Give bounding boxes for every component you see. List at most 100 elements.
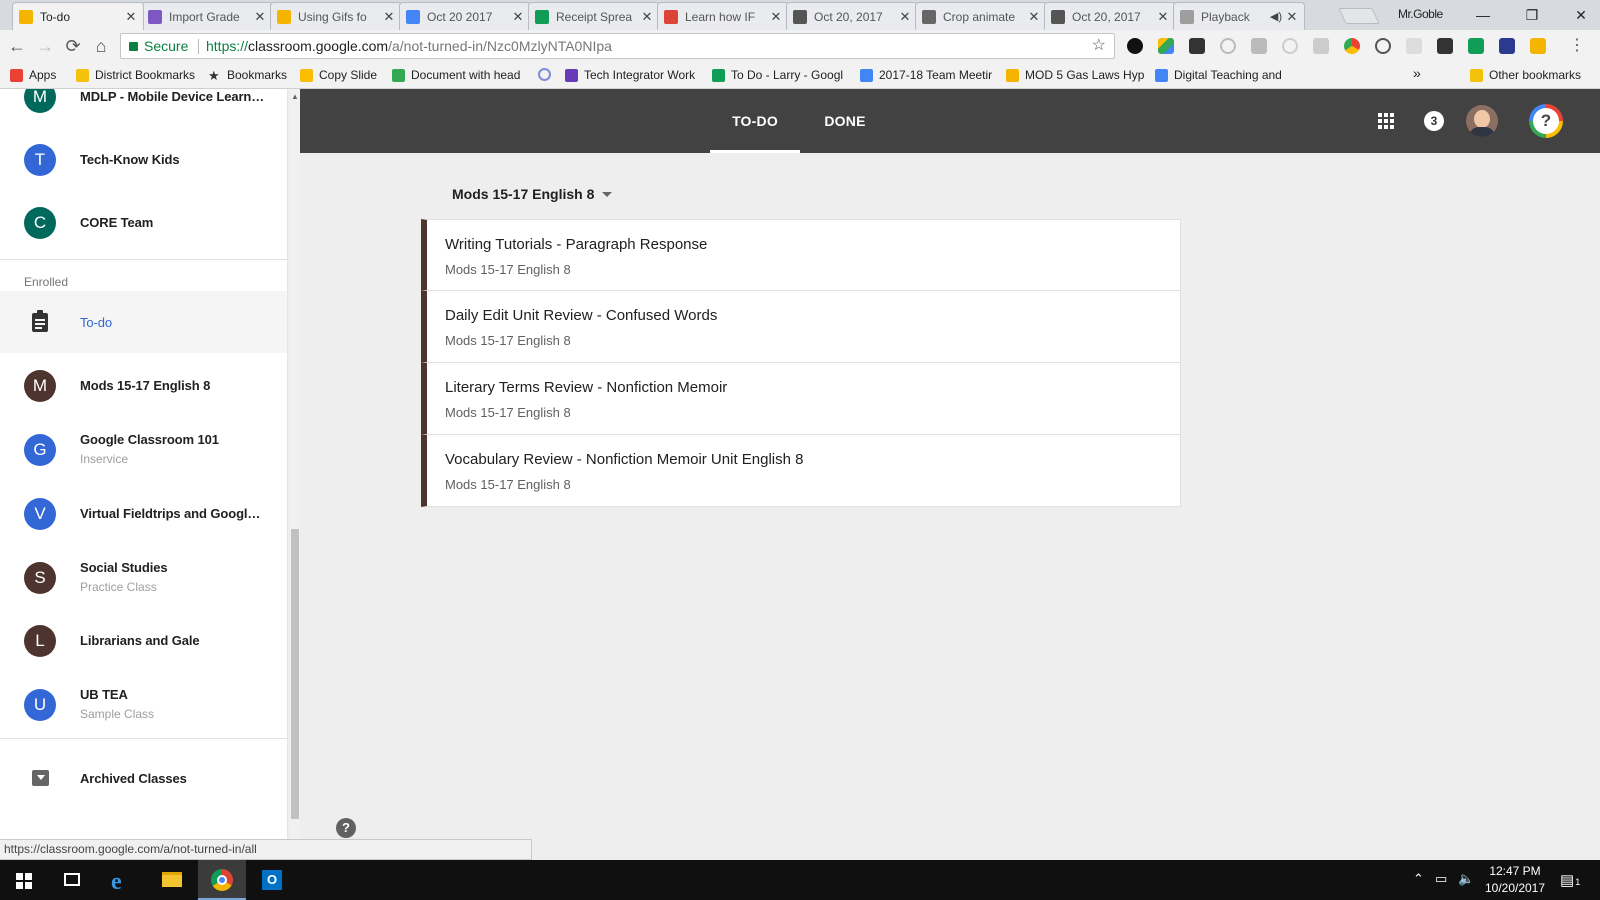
extension-icon[interactable] [1313,38,1329,54]
browser-tab[interactable]: Oct 20, 2017 ✕ [786,2,918,30]
secure-indicator[interactable]: Secure [129,34,188,58]
close-tab-icon[interactable]: ✕ [1157,9,1169,25]
bookmark-item[interactable]: Apps [10,68,56,82]
class-filter-dropdown[interactable]: Mods 15-17 English 8 [452,186,613,202]
help-button[interactable]: ? [336,818,356,838]
url-text[interactable]: https://classroom.google.com/a/not-turne… [206,34,612,58]
notifications-badge[interactable]: 3 [1424,111,1444,131]
user-avatar[interactable] [1466,105,1498,137]
tab-done[interactable]: DONE [805,89,885,153]
sidebar-item-archived-classes[interactable]: Archived Classes [0,747,287,809]
extension-icon[interactable] [1375,38,1391,54]
bookmark-item[interactable]: Document with head [392,68,520,82]
bookmark-star-icon[interactable]: ☆ [1092,34,1106,58]
todo-item-card[interactable]: Literary Terms Review - Nonfiction Memoi… [421,363,1181,435]
new-tab-button[interactable] [1338,8,1380,24]
system-clock[interactable]: 12:47 PM 10/20/2017 [1480,863,1550,897]
sidebar-item-tech-know-kids[interactable]: T Tech-Know Kids [0,129,287,191]
other-bookmarks-folder[interactable]: Other bookmarks [1470,68,1581,82]
browser-tab[interactable]: Oct 20 2017 ✕ [399,2,531,30]
todo-item-card[interactable]: Vocabulary Review - Nonfiction Memoir Un… [421,435,1181,507]
scrollbar-thumb[interactable] [291,529,299,819]
close-tab-icon[interactable]: ✕ [1286,9,1298,25]
sidebar-item-google-classroom-101[interactable]: G Google Classroom 101 Inservice [0,419,287,481]
browser-tab[interactable]: Oct 20, 2017 ✕ [1044,2,1176,30]
extension-icon[interactable] [1282,38,1298,54]
show-hidden-icons-icon[interactable]: ⌃ [1413,871,1424,887]
sidebar-item-ub-tea[interactable]: U UB TEA Sample Class [0,674,287,736]
close-window-button[interactable]: ✕ [1566,4,1596,26]
speaker-icon[interactable]: ◀) [1270,10,1282,23]
google-apps-icon[interactable] [1378,113,1394,129]
bookmark-item[interactable]: 2017-18 Team Meetir [860,68,992,82]
extension-icon[interactable] [1437,38,1453,54]
minimize-button[interactable]: — [1468,4,1498,26]
reload-icon[interactable]: ⟳ [62,35,84,57]
sidebar-item-librarians-and-gale[interactable]: L Librarians and Gale [0,610,287,672]
browser-tab[interactable]: Playback ◀) ✕ [1173,2,1305,30]
close-tab-icon[interactable]: ✕ [1028,9,1040,25]
todo-item-card[interactable]: Daily Edit Unit Review - Confused Words M… [421,291,1181,363]
extension-icon[interactable] [1499,38,1515,54]
close-tab-icon[interactable]: ✕ [899,9,911,25]
browser-tab[interactable]: To-do ✕ [12,2,144,30]
network-icon[interactable]: ▭ [1435,871,1447,887]
bookmark-item[interactable]: District Bookmarks [76,68,195,82]
todo-item-card[interactable]: Writing Tutorials - Paragraph Response Mo… [421,219,1181,291]
sidebar-scrollbar[interactable]: ▲ [290,89,300,839]
sidebar-item-core-team[interactable]: C CORE Team [0,192,287,254]
browser-tab[interactable]: Using Gifs fo ✕ [270,2,402,30]
forward-icon[interactable]: → [34,35,56,57]
bookmark-item[interactable]: ★ Bookmarks [208,68,287,82]
address-bar[interactable]: Secure https://classroom.google.com/a/no… [120,33,1115,59]
sidebar-item-virtual-fieldtrips-and-google[interactable]: V Virtual Fieldtrips and Google ... [0,483,287,545]
volume-icon[interactable]: 🔈 [1458,871,1474,887]
sidebar-item-social-studies[interactable]: S Social Studies Practice Class [0,547,287,609]
task-view-button[interactable] [48,860,96,900]
chrome-taskbar-button[interactable] [198,860,246,900]
close-tab-icon[interactable]: ✕ [383,9,395,25]
start-button[interactable] [0,860,48,900]
extension-icon[interactable] [1344,38,1360,54]
action-center-icon[interactable]: ▤1 [1560,871,1580,889]
browser-tab[interactable]: Crop animate ✕ [915,2,1047,30]
bookmark-item[interactable]: Copy Slide [300,68,377,82]
bookmark-item[interactable]: MOD 5 Gas Laws Hyp [1006,68,1144,82]
tab-todo[interactable]: TO-DO [710,89,800,153]
help-icon[interactable]: ? [1529,104,1563,138]
browser-tab[interactable]: Learn how IF ✕ [657,2,789,30]
extension-icon[interactable] [1220,38,1236,54]
restore-button[interactable]: ❐ [1517,4,1547,26]
close-tab-icon[interactable]: ✕ [770,9,782,25]
sidebar-item-mods-15-17-english-8[interactable]: M Mods 15-17 English 8 [0,355,287,417]
edge-taskbar-button[interactable]: e [98,860,146,900]
close-tab-icon[interactable]: ✕ [641,9,653,25]
extension-icon[interactable] [1468,38,1484,54]
extension-icon[interactable] [1406,38,1422,54]
bookmark-item[interactable]: Tech Integrator Work [565,68,695,82]
extension-icon[interactable] [1251,38,1267,54]
menu-icon[interactable]: ⋮ [1566,35,1588,57]
scroll-up-arrow-icon[interactable]: ▲ [291,92,299,101]
home-icon[interactable]: ⌂ [90,35,112,57]
drive-extension-icon[interactable] [1158,38,1174,54]
bookmark-item[interactable] [538,68,557,81]
bookmark-item[interactable]: To Do - Larry - Googl [712,68,843,82]
extension-icon[interactable] [1530,38,1546,54]
close-tab-icon[interactable]: ✕ [254,9,266,25]
browser-tab[interactable]: Import Grade ✕ [141,2,273,30]
sidebar-item-todo[interactable]: To-do [0,291,287,353]
close-tab-icon[interactable]: ✕ [125,9,137,25]
bookmarks-overflow-button[interactable]: » [1413,65,1421,81]
assignment-icon [32,310,48,332]
browser-tab[interactable]: Receipt Sprea ✕ [528,2,660,30]
bookmark-item[interactable]: Digital Teaching and [1155,68,1282,82]
extension-icon[interactable] [1127,38,1143,54]
extension-icon[interactable] [1189,38,1205,54]
file-explorer-taskbar-button[interactable] [148,860,196,900]
sidebar-item-mdlp-mobile-device-learni[interactable]: M MDLP - Mobile Device Learni... [0,89,287,128]
close-tab-icon[interactable]: ✕ [512,9,524,25]
outlook-taskbar-button[interactable]: O [248,860,296,900]
back-icon[interactable]: ← [6,35,28,57]
profile-name[interactable]: Mr.Goble [1398,7,1443,21]
